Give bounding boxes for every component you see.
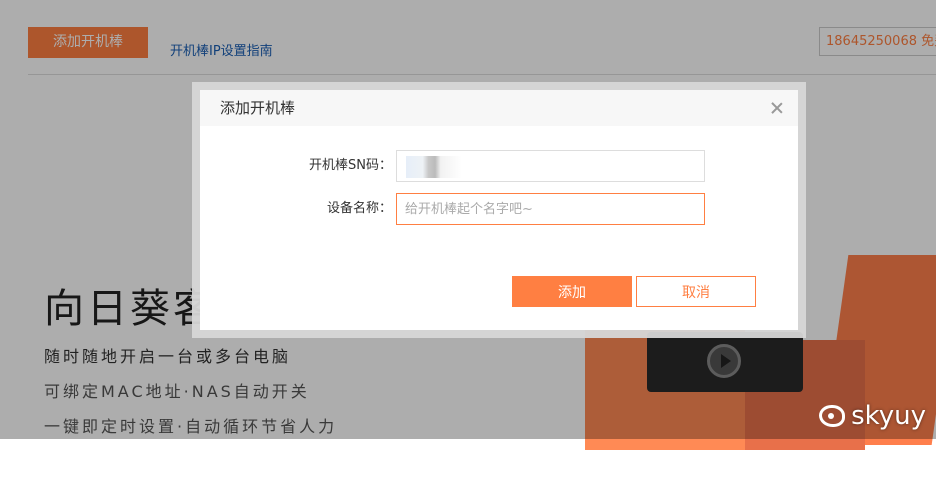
box-step-number: 1.: [597, 465, 610, 479]
device-name-input[interactable]: [396, 193, 705, 225]
add-power-stick-dialog: 添加开机棒 开机棒SN码： 设备名称： 添加 取消: [200, 90, 798, 330]
sn-row: 开机棒SN码：: [200, 150, 798, 182]
sn-label: 开机棒SN码：: [309, 158, 392, 173]
weibo-icon: [819, 405, 846, 427]
modal-frame: 添加开机棒 开机棒SN码： 设备名称： 添加 取消: [192, 82, 806, 338]
weibo-watermark: skyuy: [819, 401, 926, 431]
device-name-row: 设备名称：: [200, 193, 798, 225]
add-button[interactable]: 添加: [512, 276, 632, 307]
sn-input[interactable]: [396, 150, 705, 182]
device-name-label: 设备名称：: [326, 201, 392, 216]
watermark-text: skyuy: [851, 401, 926, 431]
dialog-title: 添加开机棒: [220, 99, 296, 117]
dialog-header: 添加开机棒: [200, 90, 798, 126]
close-icon[interactable]: [770, 101, 784, 115]
cancel-button[interactable]: 取消: [636, 276, 756, 307]
